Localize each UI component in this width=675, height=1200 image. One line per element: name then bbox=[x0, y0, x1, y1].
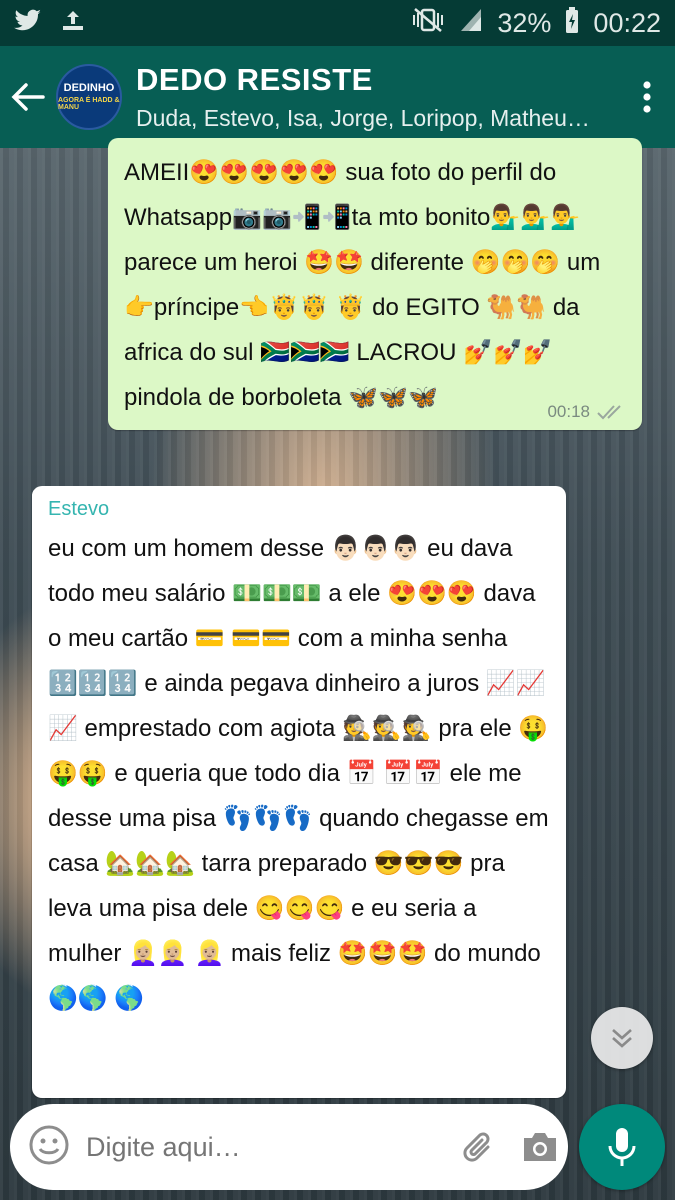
message-composer bbox=[10, 1104, 568, 1190]
camera-icon bbox=[524, 1133, 556, 1161]
chat-header: DEDINHO AGORA É HADD & MANU DEDO RESISTE… bbox=[0, 46, 675, 148]
clock: 00:22 bbox=[593, 7, 661, 38]
message-input[interactable] bbox=[86, 1131, 440, 1163]
message-text: AMEII😍😍😍😍😍 sua foto do perfil do Whatsap… bbox=[124, 159, 607, 411]
avatar-subtext: AGORA É HADD & MANU bbox=[58, 97, 120, 111]
signal-icon bbox=[459, 7, 483, 40]
overflow-menu-button[interactable] bbox=[619, 46, 675, 148]
paperclip-icon bbox=[463, 1132, 490, 1162]
microphone-icon bbox=[608, 1128, 636, 1166]
avatar-text: DEDINHO bbox=[63, 82, 115, 94]
scroll-to-bottom-button[interactable] bbox=[591, 1007, 653, 1069]
message-sender[interactable]: Estevo bbox=[48, 496, 550, 522]
voice-message-button[interactable] bbox=[579, 1104, 665, 1190]
message-time: 00:18 bbox=[547, 402, 590, 421]
arrow-left-icon bbox=[11, 83, 45, 111]
double-chevron-down-icon bbox=[612, 1029, 632, 1048]
message-text: eu com um homem desse 👨🏻👨🏻👨🏻 eu dava tod… bbox=[48, 535, 556, 1012]
more-vertical-icon bbox=[643, 81, 651, 113]
participants-list: Duda, Estevo, Isa, Jorge, Loripop, Mathe… bbox=[136, 105, 590, 131]
emoji-button[interactable] bbox=[28, 1124, 70, 1170]
group-avatar[interactable]: DEDINHO AGORA É HADD & MANU bbox=[56, 64, 122, 130]
twitter-icon bbox=[14, 9, 42, 38]
outgoing-message-bubble[interactable]: AMEII😍😍😍😍😍 sua foto do perfil do Whatsap… bbox=[108, 138, 642, 430]
incoming-message-bubble[interactable]: Estevo eu com um homem desse 👨🏻👨🏻👨🏻 eu d… bbox=[32, 486, 566, 1098]
double-check-icon bbox=[597, 405, 621, 420]
back-button[interactable] bbox=[0, 46, 56, 148]
attach-button[interactable] bbox=[460, 1125, 500, 1169]
battery-percentage: 32% bbox=[497, 7, 552, 38]
upload-icon bbox=[60, 9, 86, 38]
battery-charging-icon bbox=[565, 6, 579, 40]
group-title: DEDO RESISTE bbox=[136, 62, 373, 97]
mute-vibrate-icon bbox=[411, 7, 445, 40]
group-info[interactable]: DEDO RESISTE Duda, Estevo, Isa, Jorge, L… bbox=[136, 62, 619, 132]
smiley-icon bbox=[29, 1125, 69, 1165]
status-bar: 32% 00:22 bbox=[0, 0, 675, 46]
camera-button[interactable] bbox=[520, 1125, 560, 1169]
